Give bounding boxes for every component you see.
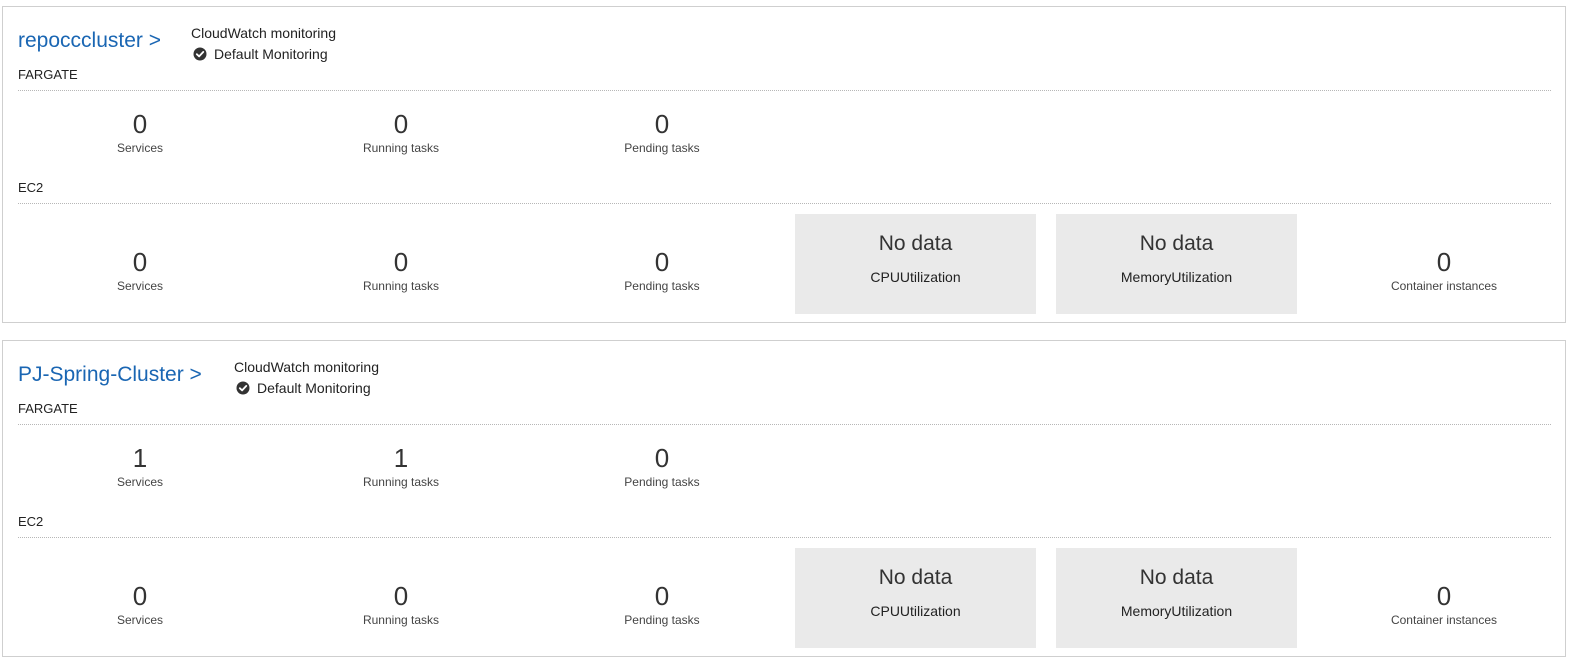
- cpu-utilization-value: No data: [878, 232, 953, 255]
- cpu-utilization-label: CPUUtilization: [870, 269, 961, 285]
- fargate-section-label: FARGATE: [18, 401, 78, 416]
- fargate-section-label: FARGATE: [18, 67, 78, 82]
- check-circle-icon: [193, 47, 207, 61]
- ec2-running-tasks-metric: 0 Running tasks: [321, 247, 481, 293]
- metric-value: 1: [132, 443, 148, 473]
- cpu-utilization-panel: No data CPUUtilization: [795, 548, 1036, 648]
- ec2-pending-tasks-metric: 0 Pending tasks: [582, 247, 742, 293]
- metric-caption: Pending tasks: [624, 475, 700, 489]
- metric-value: 0: [654, 247, 670, 277]
- metric-caption: Container instances: [1390, 613, 1498, 627]
- cloudwatch-monitoring: CloudWatch monitoring Default Monitoring: [234, 358, 379, 397]
- metric-value: 0: [393, 109, 409, 139]
- metric-value: 0: [393, 247, 409, 277]
- monitoring-status: Default Monitoring: [193, 45, 336, 63]
- fargate-divider: [18, 424, 1551, 425]
- metric-value: 0: [132, 247, 148, 277]
- cluster-name-link[interactable]: repocccluster >: [18, 29, 161, 53]
- metric-caption: Running tasks: [362, 141, 440, 155]
- monitoring-status-text: Default Monitoring: [257, 380, 371, 396]
- ec2-services-metric: 0 Services: [60, 247, 220, 293]
- cluster-card-pj-spring-cluster: PJ-Spring-Cluster > CloudWatch monitorin…: [2, 340, 1566, 657]
- ec2-section-label: EC2: [18, 180, 44, 195]
- metric-value: 0: [654, 443, 670, 473]
- check-circle-icon: [236, 381, 250, 395]
- memory-utilization-label: MemoryUtilization: [1120, 269, 1233, 285]
- cluster-name-link[interactable]: PJ-Spring-Cluster >: [18, 363, 202, 387]
- metric-value: 0: [1436, 247, 1452, 277]
- cpu-utilization-label: CPUUtilization: [870, 603, 961, 619]
- metric-value: 0: [654, 581, 670, 611]
- fargate-divider: [18, 90, 1551, 91]
- metric-value: 0: [1436, 581, 1452, 611]
- fargate-services-metric: 0 Services: [60, 109, 220, 155]
- ec2-pending-tasks-metric: 0 Pending tasks: [582, 581, 742, 627]
- monitoring-status-text: Default Monitoring: [214, 46, 328, 62]
- cpu-utilization-panel: No data CPUUtilization: [795, 214, 1036, 314]
- metric-value: 0: [132, 109, 148, 139]
- metric-value: 0: [393, 581, 409, 611]
- metric-caption: Services: [116, 613, 163, 627]
- metric-caption: Services: [116, 279, 163, 293]
- fargate-pending-tasks-metric: 0 Pending tasks: [582, 443, 742, 489]
- fargate-running-tasks-metric: 1 Running tasks: [321, 443, 481, 489]
- cpu-utilization-value: No data: [878, 566, 953, 589]
- metric-caption: Services: [116, 475, 163, 489]
- ec2-container-instances-metric: 0 Container instances: [1364, 581, 1524, 627]
- metric-caption: Pending tasks: [624, 141, 700, 155]
- cloudwatch-monitoring: CloudWatch monitoring Default Monitoring: [191, 24, 336, 63]
- metric-value: 0: [654, 109, 670, 139]
- memory-utilization-value: No data: [1139, 232, 1214, 255]
- ec2-running-tasks-metric: 0 Running tasks: [321, 581, 481, 627]
- metric-caption: Pending tasks: [624, 613, 700, 627]
- metric-caption: Running tasks: [362, 613, 440, 627]
- cloudwatch-label: CloudWatch monitoring: [234, 359, 379, 375]
- fargate-services-metric: 1 Services: [60, 443, 220, 489]
- ec2-container-instances-metric: 0 Container instances: [1364, 247, 1524, 293]
- metric-caption: Running tasks: [362, 279, 440, 293]
- metric-caption: Running tasks: [362, 475, 440, 489]
- memory-utilization-label: MemoryUtilization: [1120, 603, 1233, 619]
- cluster-card-repocccluster: repocccluster > CloudWatch monitoring De…: [2, 6, 1566, 323]
- memory-utilization-value: No data: [1139, 566, 1214, 589]
- fargate-pending-tasks-metric: 0 Pending tasks: [582, 109, 742, 155]
- metric-caption: Pending tasks: [624, 279, 700, 293]
- ec2-divider: [18, 537, 1551, 538]
- ec2-section-label: EC2: [18, 514, 44, 529]
- memory-utilization-panel: No data MemoryUtilization: [1056, 214, 1297, 314]
- metric-caption: Container instances: [1390, 279, 1498, 293]
- cloudwatch-label: CloudWatch monitoring: [191, 25, 336, 41]
- metric-value: 0: [132, 581, 148, 611]
- metric-value: 1: [393, 443, 409, 473]
- fargate-running-tasks-metric: 0 Running tasks: [321, 109, 481, 155]
- monitoring-status: Default Monitoring: [236, 379, 379, 397]
- ec2-services-metric: 0 Services: [60, 581, 220, 627]
- memory-utilization-panel: No data MemoryUtilization: [1056, 548, 1297, 648]
- metric-caption: Services: [116, 141, 163, 155]
- ec2-divider: [18, 203, 1551, 204]
